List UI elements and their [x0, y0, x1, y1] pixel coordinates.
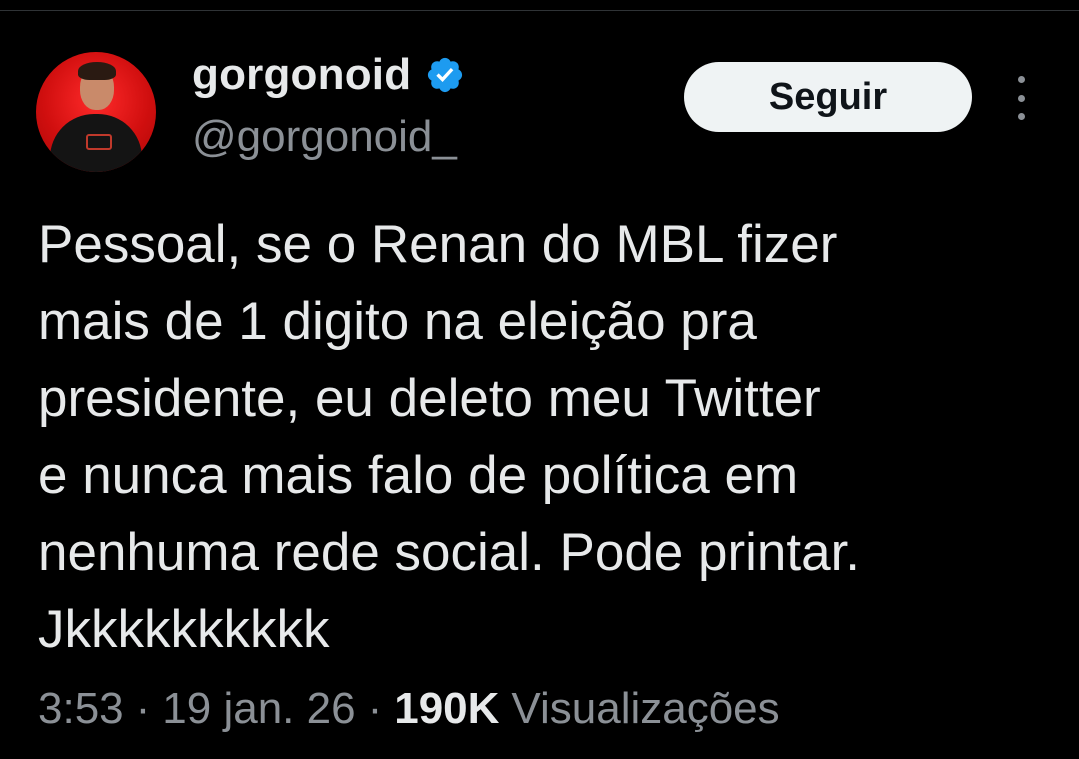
- avatar-hair-shape: [78, 62, 116, 80]
- avatar-shirt-logo: [86, 134, 112, 150]
- top-divider: [0, 10, 1079, 11]
- avatar[interactable]: [36, 52, 156, 172]
- display-name[interactable]: gorgonoid: [192, 50, 411, 100]
- more-vertical-icon[interactable]: [1010, 76, 1032, 120]
- more-dot: [1017, 94, 1025, 102]
- meta-separator: ·: [367, 684, 383, 733]
- user-name-row[interactable]: gorgonoid: [192, 46, 465, 104]
- more-dot: [1017, 113, 1025, 120]
- tweet-time[interactable]: 3:53: [38, 684, 124, 734]
- follow-button[interactable]: Seguir: [684, 62, 972, 132]
- user-handle[interactable]: @gorgonoid_: [192, 112, 457, 162]
- more-dot: [1017, 76, 1025, 83]
- tweet-date[interactable]: 19 jan. 26: [162, 684, 355, 734]
- verified-badge-icon: [425, 55, 465, 95]
- views-count: 190K: [394, 684, 500, 733]
- tweet-text: Pessoal, se o Renan do MBL fizer mais de…: [38, 215, 861, 659]
- meta-separator: ·: [135, 684, 151, 733]
- views-label[interactable]: Visualizações: [511, 684, 779, 734]
- tweet-meta: 3:53 · 19 jan. 26 · 190K Visualizações: [38, 684, 780, 734]
